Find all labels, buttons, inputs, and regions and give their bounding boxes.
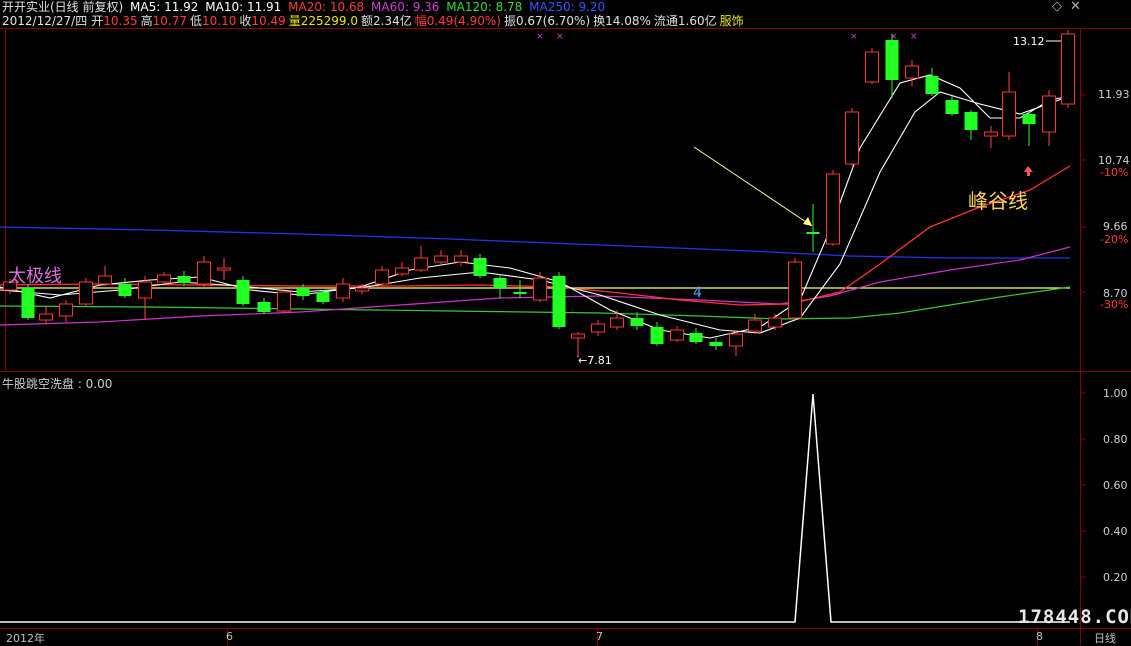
candle-body xyxy=(197,261,211,285)
time-axis-ticks xyxy=(227,628,1038,645)
high-mark-label: 13.12 xyxy=(1013,35,1045,48)
candle-body xyxy=(414,257,428,271)
candle-body xyxy=(788,261,802,319)
fenggu-label: 峰谷线 xyxy=(968,189,1028,213)
candle-body xyxy=(905,65,919,79)
sub-chart-title: 牛股跳空洗盘 : 0.00 xyxy=(2,377,113,391)
candle-body xyxy=(98,275,112,285)
candle-body xyxy=(630,318,644,326)
candle-body xyxy=(709,342,723,346)
candle-body xyxy=(257,302,271,312)
candle-body xyxy=(473,258,487,276)
candle-body xyxy=(650,327,664,344)
candle-body xyxy=(591,323,605,333)
candle-body xyxy=(375,269,389,285)
svg-text:×: × xyxy=(910,32,918,42)
candle-body xyxy=(157,274,171,283)
pct-label-1: -10% xyxy=(1100,166,1129,179)
sub-axis-label-3: 0.60 xyxy=(1103,479,1128,492)
count-mark-label: 4 xyxy=(693,285,702,301)
candle-body xyxy=(826,173,840,245)
candle-body xyxy=(118,284,132,296)
candle-body xyxy=(395,267,409,275)
candle-body xyxy=(236,280,250,304)
candle-body xyxy=(1022,114,1036,124)
chart-canvas: × × × × × xyxy=(0,28,1131,645)
candle-body xyxy=(533,277,547,301)
candle-body xyxy=(277,291,291,312)
candle-body xyxy=(355,287,369,292)
svg-text:×: × xyxy=(536,32,544,42)
time-label-year: 2012年 xyxy=(6,632,45,645)
candle-body xyxy=(964,112,978,130)
candle-body xyxy=(217,267,231,271)
up-arrow-icon xyxy=(1024,166,1033,176)
sub-axis-label-5: 0.20 xyxy=(1103,571,1128,584)
pct-label-2: -20% xyxy=(1100,233,1129,246)
candle-body xyxy=(79,281,93,305)
signal-line xyxy=(0,393,1070,623)
site-watermark: 178448.COM xyxy=(1018,606,1131,628)
candle-body xyxy=(845,111,859,165)
chart-frame xyxy=(0,28,1131,645)
svg-text:×: × xyxy=(556,32,564,42)
sub-axis-label-2: 0.80 xyxy=(1103,433,1128,446)
candle-body xyxy=(296,288,310,296)
candle-body xyxy=(1061,33,1075,105)
candle-body xyxy=(984,131,998,137)
pointer-arrow-line xyxy=(693,146,813,227)
candle-body xyxy=(925,76,939,94)
price-label-3: 9.66 xyxy=(1103,220,1128,233)
candle-body xyxy=(493,278,507,288)
pointer-arrowhead xyxy=(803,217,812,226)
candle-body xyxy=(1042,95,1056,133)
candle-body xyxy=(806,232,820,234)
candle-body xyxy=(945,100,959,114)
candle-body xyxy=(885,40,899,80)
candle-body xyxy=(513,292,527,294)
candle-body xyxy=(729,333,743,347)
candle-body xyxy=(1002,91,1016,137)
candle-body xyxy=(59,303,73,317)
candle-body xyxy=(571,333,585,339)
candle-body xyxy=(39,313,53,321)
taiji-label: 太极线 xyxy=(8,266,62,287)
signal-marks: × × × × × xyxy=(536,32,918,42)
svg-text:×: × xyxy=(850,32,858,42)
candle-body xyxy=(689,333,703,342)
candle-body xyxy=(670,329,684,341)
price-label-1: 11.93 xyxy=(1098,88,1130,101)
sub-axis-label-4: 0.40 xyxy=(1103,525,1128,538)
sub-axis-label-1: 1.00 xyxy=(1103,387,1128,400)
candle-body xyxy=(748,319,762,332)
candle-body xyxy=(610,317,624,328)
low-mark-label: ←7.81 xyxy=(578,354,612,367)
candle-body xyxy=(434,255,448,263)
candle-body xyxy=(454,255,468,263)
candle-body xyxy=(768,317,782,328)
candle-body xyxy=(21,288,35,318)
candle-body xyxy=(177,276,191,283)
candle-body xyxy=(138,281,152,299)
pct-label-3: -30% xyxy=(1100,298,1129,311)
time-label-jun: 6 xyxy=(226,630,233,643)
candle-body xyxy=(552,276,566,327)
candle-body xyxy=(316,292,330,302)
time-label-aug: 8 xyxy=(1036,630,1043,643)
candle-body xyxy=(336,283,350,299)
candle-body xyxy=(865,51,879,83)
period-button[interactable]: 日线 xyxy=(1094,630,1116,646)
time-label-jul: 7 xyxy=(596,630,603,643)
